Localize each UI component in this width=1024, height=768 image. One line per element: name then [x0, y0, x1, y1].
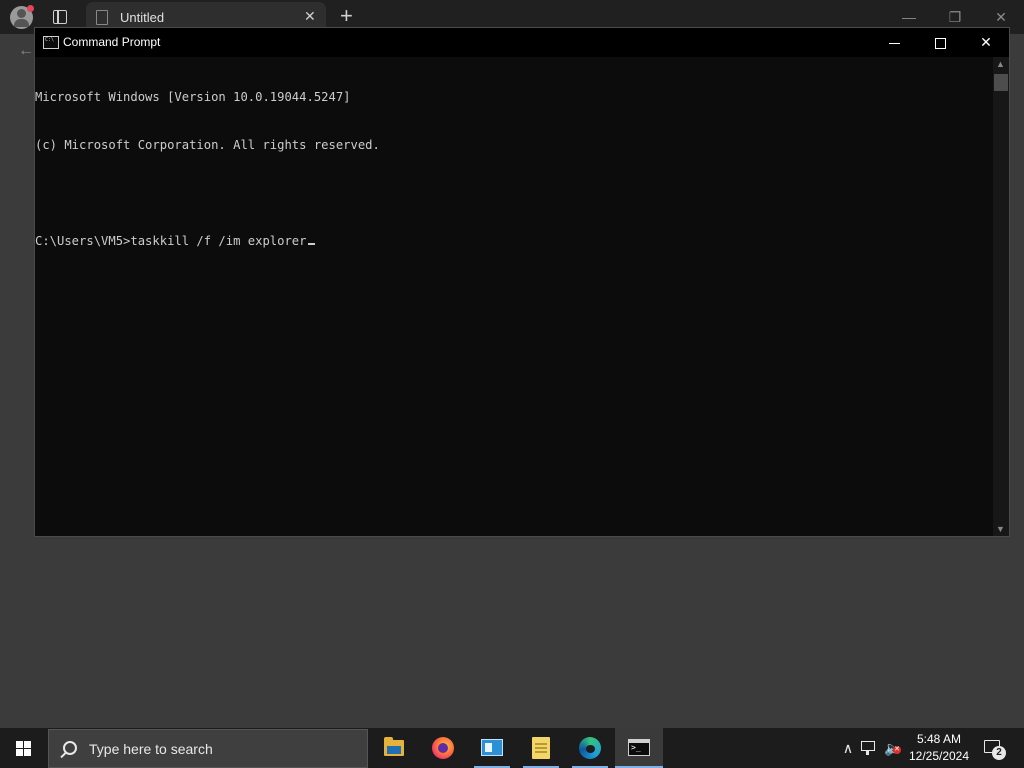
taskbar-notes[interactable] [517, 728, 565, 768]
taskbar: Type here to search ∧ 🔈 5:48 AM 12/25/20… [0, 728, 1024, 768]
page-icon [96, 10, 108, 25]
volume-muted-badge-icon: ✕ [893, 746, 901, 754]
notification-count-badge: 2 [992, 746, 1006, 760]
clock-date: 12/25/2024 [908, 749, 970, 763]
cmd-app-icon[interactable] [43, 36, 59, 49]
minimize-icon [888, 42, 900, 44]
windows-logo-icon [16, 741, 32, 756]
show-hidden-icons-chevron-icon[interactable]: ∧ [838, 728, 858, 768]
new-tab-icon[interactable]: + [340, 3, 353, 29]
file-explorer-icon [384, 737, 404, 756]
cmd-minimize-button[interactable] [871, 28, 917, 57]
network-icon[interactable] [861, 741, 875, 755]
clock-time: 5:48 AM [916, 732, 962, 746]
tab-title: Untitled [120, 10, 165, 25]
console-prompt-line: C:\Users\VM5>taskkill /f /im explorer [35, 233, 995, 249]
taskbar-app[interactable] [468, 728, 516, 768]
command-prompt-icon [628, 739, 650, 756]
maximize-icon [934, 37, 946, 49]
taskbar-clock[interactable]: 5:48 AM 12/25/2024 [904, 729, 974, 765]
cmd-window-title: Command Prompt [63, 35, 161, 49]
search-icon [63, 741, 77, 755]
edge-icon [579, 737, 601, 759]
cmd-title-bar[interactable]: Command Prompt ✕ [35, 28, 1009, 57]
scroll-thumb[interactable] [994, 74, 1008, 91]
firefox-icon [432, 737, 454, 759]
profile-notification-dot [27, 5, 34, 12]
taskbar-firefox[interactable] [419, 728, 467, 768]
start-button[interactable] [0, 728, 48, 768]
app-window-icon [481, 739, 503, 756]
notes-icon [532, 737, 550, 759]
tab-actions-icon[interactable] [53, 10, 67, 24]
taskbar-edge[interactable] [566, 728, 614, 768]
command-prompt-window: Command Prompt ✕ Microsoft Windows [Vers… [34, 27, 1010, 537]
taskbar-search-box[interactable]: Type here to search [48, 729, 368, 768]
taskbar-command-prompt[interactable] [615, 728, 663, 768]
back-arrow-icon[interactable]: ← [18, 42, 34, 60]
vertical-scrollbar[interactable]: ▲ ▼ [993, 57, 1009, 536]
text-cursor [307, 243, 315, 245]
console-line: Microsoft Windows [Version 10.0.19044.52… [35, 90, 351, 104]
close-tab-icon[interactable]: ✕ [304, 8, 316, 25]
scroll-down-icon[interactable]: ▼ [996, 524, 1005, 534]
console-command: C:\Users\VM5>taskkill /f /im explorer [35, 234, 307, 248]
console-line: (c) Microsoft Corporation. All rights re… [35, 138, 380, 152]
cmd-close-button[interactable]: ✕ [963, 28, 1009, 57]
console-output[interactable]: Microsoft Windows [Version 10.0.19044.52… [35, 57, 995, 536]
cmd-maximize-button[interactable] [917, 28, 963, 57]
notification-center-button[interactable]: 2 [976, 728, 1014, 768]
search-placeholder: Type here to search [89, 741, 213, 757]
taskbar-file-explorer[interactable] [370, 728, 418, 768]
scroll-up-icon[interactable]: ▲ [996, 59, 1005, 69]
cmd-window-controls: ✕ [871, 28, 1009, 57]
